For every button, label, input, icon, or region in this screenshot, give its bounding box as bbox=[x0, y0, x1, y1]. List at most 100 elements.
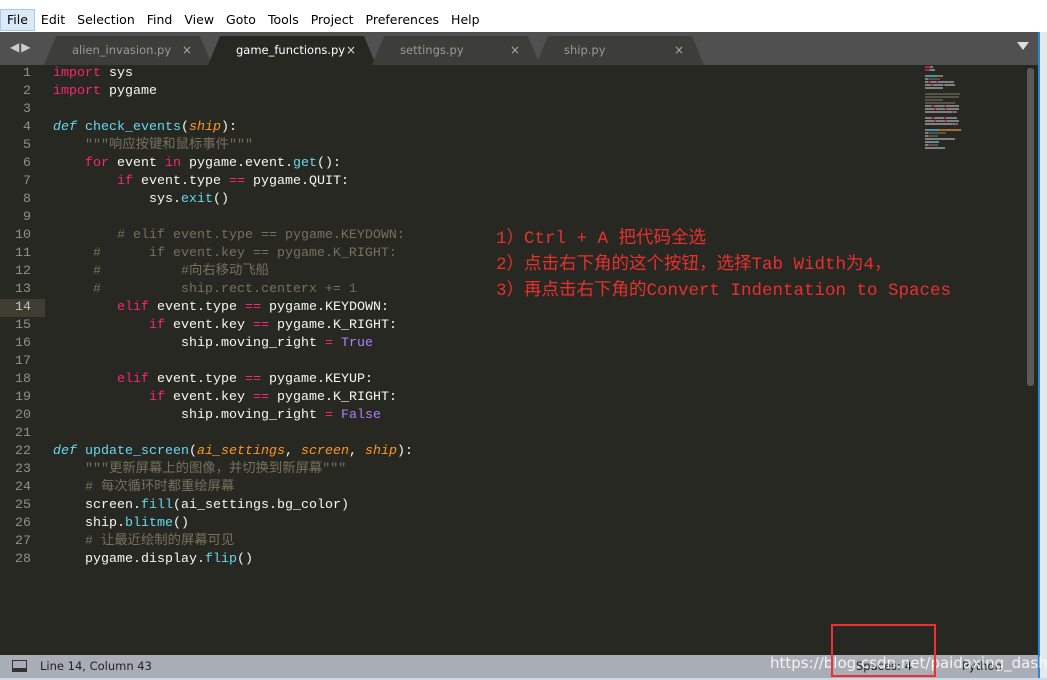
code-token: def bbox=[53, 444, 77, 459]
code-token: exit bbox=[180, 192, 213, 207]
title-bar bbox=[0, 0, 1047, 8]
code-token: # 让最近绘制的屏幕可见 bbox=[85, 534, 235, 549]
minimap-line bbox=[925, 126, 926, 128]
code-token: ( bbox=[188, 444, 197, 459]
close-icon[interactable]: × bbox=[510, 36, 520, 65]
menu-bar: File Edit Selection Find View Goto Tools Projec… bbox=[0, 8, 1047, 32]
line-number: 2 bbox=[23, 84, 31, 99]
code-line: """响应按键和鼠标事件""" bbox=[53, 137, 413, 155]
code-line: import sys bbox=[53, 65, 413, 83]
code-token: () bbox=[172, 516, 189, 531]
code-token: False bbox=[340, 408, 381, 423]
minimap-line bbox=[925, 108, 960, 110]
tab-game-functions-py[interactable]: game_functions.py × bbox=[208, 36, 376, 65]
minimap-line bbox=[925, 93, 961, 95]
code-token: elif bbox=[117, 300, 149, 315]
tab-bar: ◀▶ alien_invasion.py × game_functions.py × s… bbox=[0, 32, 1047, 65]
code-line: # ship.rect.centerx += 1 bbox=[53, 281, 413, 299]
code-token: ai_settings bbox=[196, 444, 285, 459]
code-line: ship.blitme() bbox=[53, 515, 413, 533]
tab-label: settings.py bbox=[400, 43, 464, 57]
minimap-line bbox=[925, 120, 960, 122]
code-line: import pygame bbox=[53, 83, 413, 101]
minimap-line bbox=[925, 117, 957, 119]
close-icon[interactable]: × bbox=[346, 36, 356, 65]
minimap-line bbox=[925, 99, 944, 101]
code-token: # #向右移动飞船 bbox=[53, 264, 269, 279]
menu-file[interactable]: File bbox=[0, 9, 35, 31]
code-line: ship.moving_right = True bbox=[53, 335, 413, 353]
code-token: () bbox=[212, 192, 229, 207]
menu-preferences[interactable]: Preferences bbox=[360, 9, 446, 31]
code-token: pygame.KEYUP: bbox=[260, 372, 373, 387]
minimap[interactable] bbox=[925, 66, 965, 149]
tab-list-dropdown-icon[interactable] bbox=[1017, 42, 1029, 50]
panel-toggle-icon[interactable] bbox=[12, 660, 27, 672]
code-token: """更新屏幕上的图像，并切换到新屏幕""" bbox=[85, 462, 347, 477]
code-token: pygame.event. bbox=[181, 156, 293, 171]
tab-ship-py[interactable]: ship.py × bbox=[536, 36, 704, 65]
code-token: ): bbox=[396, 444, 413, 459]
code-token: ship bbox=[188, 120, 221, 135]
menu-find[interactable]: Find bbox=[141, 9, 179, 31]
menu-edit[interactable]: Edit bbox=[35, 9, 71, 31]
code-token: screen bbox=[300, 444, 349, 459]
code-token: event.key bbox=[164, 390, 253, 405]
code-editor[interactable]: import sys import pygame def check_events… bbox=[53, 65, 413, 569]
line-number: 4 bbox=[23, 120, 31, 135]
code-line: # #向右移动飞船 bbox=[53, 263, 413, 281]
menu-project[interactable]: Project bbox=[305, 9, 360, 31]
code-token: ship.moving_right bbox=[53, 336, 325, 351]
code-line: for event in pygame.event.get(): bbox=[53, 155, 413, 173]
minimap-line bbox=[925, 81, 954, 83]
code-line: screen.fill(ai_settings.bg_color) bbox=[53, 497, 413, 515]
line-number: 19 bbox=[15, 390, 31, 405]
code-token: == bbox=[244, 372, 261, 387]
minimap-line bbox=[925, 132, 946, 134]
tab-settings-py[interactable]: settings.py × bbox=[372, 36, 540, 65]
vertical-scrollbar[interactable] bbox=[1027, 68, 1034, 386]
code-line: # 每次循环时都重绘屏幕 bbox=[53, 479, 413, 497]
tab-alien-invasion-py[interactable]: alien_invasion.py × bbox=[44, 36, 212, 65]
code-token: ( bbox=[180, 120, 189, 135]
line-number: 10 bbox=[15, 228, 31, 243]
close-icon[interactable]: × bbox=[674, 36, 684, 65]
code-token: sys bbox=[101, 66, 133, 81]
code-token: flip bbox=[204, 552, 237, 567]
code-line: sys.exit() bbox=[53, 191, 413, 209]
code-token: == bbox=[252, 390, 269, 405]
line-number: 11 bbox=[15, 246, 31, 261]
line-number: 15 bbox=[15, 318, 31, 333]
annotation-line-2: 2）点击右下角的这个按钮，选择Tab Width为4， bbox=[496, 255, 892, 275]
code-token: pygame.K_RIGHT: bbox=[268, 390, 397, 405]
code-token: import bbox=[53, 84, 101, 99]
minimap-line bbox=[925, 75, 944, 77]
code-token: if bbox=[148, 318, 165, 333]
line-number: 23 bbox=[15, 462, 31, 477]
menu-view[interactable]: View bbox=[178, 9, 220, 31]
line-number: 16 bbox=[15, 336, 31, 351]
menu-goto[interactable]: Goto bbox=[220, 9, 262, 31]
line-number: 12 bbox=[15, 264, 31, 279]
line-number: 14 bbox=[0, 299, 45, 317]
menu-tools[interactable]: Tools bbox=[262, 9, 305, 31]
menu-help[interactable]: Help bbox=[445, 9, 486, 31]
minimap-line bbox=[925, 69, 936, 71]
window-edge bbox=[1038, 32, 1047, 680]
close-icon[interactable]: × bbox=[182, 36, 192, 65]
minimap-line bbox=[925, 96, 960, 98]
minimap-line bbox=[925, 129, 961, 131]
minimap-line bbox=[925, 78, 941, 80]
menu-selection[interactable]: Selection bbox=[71, 9, 141, 31]
tab-nav-arrows-icon[interactable]: ◀▶ bbox=[10, 40, 32, 54]
code-line: """更新屏幕上的图像，并切换到新屏幕""" bbox=[53, 461, 413, 479]
line-number: 8 bbox=[23, 192, 31, 207]
code-token: screen. bbox=[53, 498, 141, 513]
